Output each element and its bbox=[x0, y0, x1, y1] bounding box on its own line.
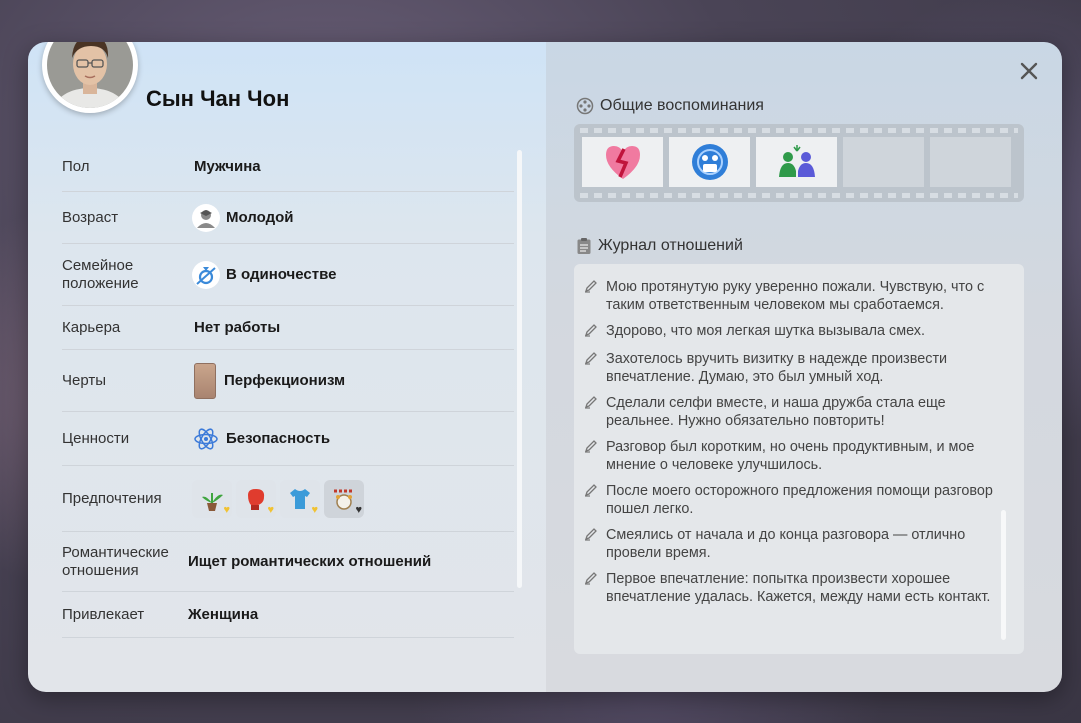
detail-value: Безопасность bbox=[226, 430, 331, 447]
like-heart-icon: ♥ bbox=[267, 503, 274, 516]
plant-icon[interactable]: ♥ bbox=[192, 479, 232, 518]
detail-row-gender: Пол Мужчина bbox=[62, 142, 514, 192]
trait-card-icon[interactable] bbox=[194, 362, 216, 399]
details-scrollbar[interactable] bbox=[517, 150, 522, 588]
detail-row-traits: Черты Перфекционизм bbox=[62, 350, 514, 412]
journal-header: Журнал отношений bbox=[576, 237, 743, 255]
detail-label: Пол bbox=[62, 157, 90, 175]
journal-entry: Сделали селфи вместе, и наша дружба стал… bbox=[584, 394, 998, 430]
detail-value: Ищет романтических отношений bbox=[188, 553, 432, 570]
journal-entry-text: Смеялись от начала и до конца разговора … bbox=[606, 527, 966, 561]
detail-label: Возраст bbox=[62, 208, 119, 226]
detail-row-preferences: Предпочтения ♥ ♥ ♥ ♥ bbox=[62, 466, 514, 532]
portrait-icon bbox=[47, 42, 133, 108]
high-five-icon bbox=[778, 145, 815, 177]
journal-entry-text: Разговор был коротким, но очень продукти… bbox=[606, 439, 975, 473]
journal-entry-text: После моего осторожного предложения помо… bbox=[606, 483, 993, 517]
detail-value: Мужчина bbox=[194, 158, 261, 175]
memory-slot[interactable] bbox=[669, 137, 750, 187]
memory-slot-empty[interactable] bbox=[843, 137, 924, 187]
pen-icon bbox=[584, 322, 606, 342]
party-icon[interactable]: ♥ bbox=[324, 479, 364, 518]
like-heart-icon: ♥ bbox=[311, 503, 318, 516]
like-heart-icon: ♥ bbox=[223, 503, 230, 516]
pen-icon bbox=[584, 482, 606, 518]
details-list: Пол Мужчина Возраст Молодой Семейное пол… bbox=[62, 142, 514, 638]
detail-label: Привлекает bbox=[62, 605, 145, 623]
dislike-heart-icon: ♥ bbox=[355, 503, 362, 516]
detail-value: Перфекционизм bbox=[224, 372, 346, 389]
detail-value: Женщина bbox=[188, 606, 259, 623]
journal-title: Журнал отношений bbox=[598, 237, 743, 254]
journal-entry-text: Захотелось вручить визитку в надежде про… bbox=[606, 351, 948, 385]
memory-slot[interactable] bbox=[582, 137, 663, 187]
selfie-icon bbox=[691, 144, 728, 180]
journal-entry: После моего осторожного предложения помо… bbox=[584, 482, 998, 518]
detail-value: Нет работы bbox=[194, 319, 281, 336]
memories-title: Общие воспоминания bbox=[600, 97, 764, 114]
detail-label: Черты bbox=[62, 371, 107, 389]
detail-row-age: Возраст Молодой bbox=[62, 192, 514, 244]
journal-entry-text: Первое впечатление: попытка произвести х… bbox=[606, 571, 991, 605]
journal-entry: Смеялись от начала и до конца разговора … bbox=[584, 526, 998, 562]
pen-icon bbox=[584, 526, 606, 562]
relationship-panel: Общие воспоминания Журнал отношений Мою … bbox=[546, 42, 1062, 692]
detail-label: Предпочтения bbox=[62, 489, 162, 507]
relationship-journal: Мою протянутую руку уверенно пожали. Чув… bbox=[574, 264, 1024, 654]
journal-entry: Разговор был коротким, но очень продукти… bbox=[584, 438, 998, 474]
clipboard-icon bbox=[576, 237, 592, 255]
journal-entry-text: Мою протянутую руку уверенно пожали. Чув… bbox=[606, 279, 985, 313]
detail-value: Молодой bbox=[226, 209, 294, 226]
avatar bbox=[42, 42, 138, 113]
profile-panel: Сын Чан Чон Пол Мужчина Возраст Молодой … bbox=[28, 42, 546, 692]
journal-entry: Захотелось вручить визитку в надежде про… bbox=[584, 350, 998, 386]
pen-icon bbox=[584, 438, 606, 474]
atom-icon[interactable] bbox=[192, 425, 220, 453]
detail-row-values: Ценности Безопасность bbox=[62, 412, 514, 466]
boxing-glove-icon[interactable]: ♥ bbox=[236, 479, 276, 518]
character-profile-modal: Сын Чан Чон Пол Мужчина Возраст Молодой … bbox=[28, 42, 1062, 692]
pen-icon bbox=[584, 394, 606, 430]
character-name: Сын Чан Чон bbox=[146, 86, 290, 111]
detail-label: Карьера bbox=[62, 318, 121, 336]
pen-icon bbox=[584, 570, 606, 606]
single-icon[interactable] bbox=[192, 260, 220, 289]
detail-label: Ценности bbox=[62, 429, 130, 447]
detail-value: В одиночестве bbox=[226, 266, 337, 283]
close-icon bbox=[1020, 62, 1038, 80]
journal-scrollbar[interactable] bbox=[1001, 510, 1006, 640]
detail-label: Семейное положение bbox=[62, 256, 139, 292]
journal-entry-text: Здорово, что моя легкая шутка вызывала с… bbox=[606, 323, 925, 339]
memories-header: Общие воспоминания bbox=[576, 97, 764, 115]
memories-filmstrip bbox=[574, 124, 1024, 202]
close-button[interactable] bbox=[1018, 60, 1040, 82]
detail-row-career: Карьера Нет работы bbox=[62, 306, 514, 350]
journal-entry-text: Сделали селфи вместе, и наша дружба стал… bbox=[606, 395, 946, 429]
journal-entry: Здорово, что моя легкая шутка вызывала с… bbox=[584, 322, 998, 342]
detail-row-marital: Семейное положение В одиночестве bbox=[62, 244, 514, 306]
journal-entry: Первое впечатление: попытка произвести х… bbox=[584, 570, 998, 606]
memory-slot[interactable] bbox=[756, 137, 837, 187]
tshirt-icon[interactable]: ♥ bbox=[280, 479, 320, 518]
detail-label: Романтические отношения bbox=[62, 543, 169, 579]
broken-heart-icon bbox=[605, 146, 640, 179]
memory-slot-empty[interactable] bbox=[930, 137, 1011, 187]
young-adult-icon[interactable] bbox=[192, 203, 220, 232]
film-reel-icon bbox=[576, 97, 594, 115]
journal-entry: Мою протянутую руку уверенно пожали. Чув… bbox=[584, 278, 998, 314]
detail-row-romance: Романтические отношения Ищет романтическ… bbox=[62, 532, 514, 592]
detail-row-attracted: Привлекает Женщина bbox=[62, 592, 514, 638]
pen-icon bbox=[584, 350, 606, 386]
pen-icon bbox=[584, 278, 606, 314]
